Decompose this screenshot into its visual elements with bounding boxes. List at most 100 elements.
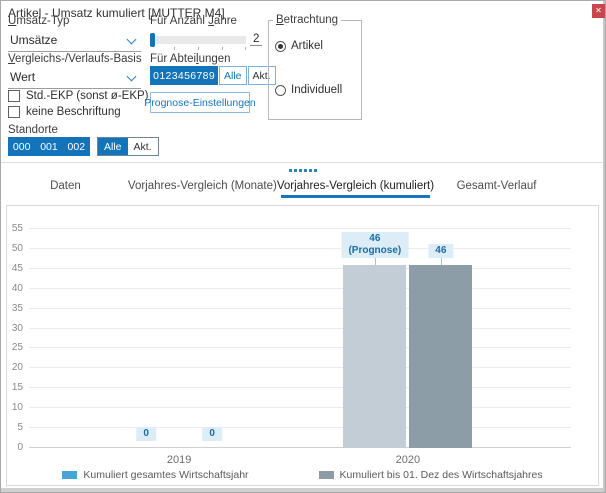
radio-individuell[interactable]: Individuell bbox=[275, 84, 355, 96]
legend-swatch-icon bbox=[62, 471, 77, 479]
gridline bbox=[29, 387, 571, 388]
slider-tick bbox=[198, 47, 199, 50]
pane-separator bbox=[1, 162, 603, 163]
y-axis-tick-label: 20 bbox=[7, 362, 23, 373]
abteilung-digit-4[interactable]: 4 bbox=[178, 70, 184, 82]
gridline bbox=[29, 367, 571, 368]
standorte-code-000[interactable]: 000 bbox=[13, 141, 31, 153]
umsatz-typ-select[interactable]: Umsätze bbox=[8, 30, 141, 52]
y-axis-tick-label: 15 bbox=[7, 382, 23, 393]
abteilung-digit-8[interactable]: 8 bbox=[203, 70, 209, 82]
std-ekp-checkbox[interactable]: Std.-EKP (sonst ø-EKP) bbox=[8, 90, 149, 102]
abteilungen-alle-button[interactable]: Alle bbox=[219, 66, 247, 85]
legend-label: Kumuliert bis 01. Dez des Wirtschaftsjah… bbox=[340, 469, 543, 481]
standorte-code-001[interactable]: 001 bbox=[40, 141, 58, 153]
betrachtung-label: Betrachtung bbox=[273, 14, 341, 26]
close-button[interactable]: ✕ bbox=[592, 4, 605, 18]
verlaufs-basis-label: Vergleichs-/Verlaufs-Basis bbox=[8, 53, 142, 65]
gridline bbox=[29, 268, 571, 269]
umsatz-typ-value: Umsätze bbox=[10, 33, 57, 47]
standorte-strip: 000 001 002 bbox=[8, 137, 90, 156]
abteilungen-label: Für Abteilungen bbox=[150, 53, 231, 65]
umsatz-typ-label: Umsatz-Typ bbox=[8, 15, 69, 27]
abteilung-digit-2[interactable]: 2 bbox=[166, 70, 172, 82]
chevron-down-icon bbox=[127, 72, 137, 82]
abteilung-digit-0[interactable]: 0 bbox=[153, 70, 159, 82]
value-badge: 0 bbox=[202, 427, 222, 441]
tab-daten[interactable]: Daten bbox=[3, 174, 128, 198]
legend-swatch-icon bbox=[319, 471, 334, 479]
x-axis-category-label: 2019 bbox=[167, 454, 191, 466]
bar-2020-series1 bbox=[343, 265, 406, 448]
prognose-einstellungen-button[interactable]: Prognose-Einstellungen bbox=[150, 92, 250, 113]
y-axis-tick-label: 0 bbox=[7, 442, 23, 453]
y-axis-tick-label: 25 bbox=[7, 342, 23, 353]
chart-legend: Kumuliert gesamtes Wirtschaftsjahr Kumuli… bbox=[7, 469, 598, 481]
gridline bbox=[29, 228, 571, 229]
tab-vorjahres-vergleich-monate-[interactable]: Vorjahres-Vergleich (Monate) bbox=[128, 174, 277, 198]
standorte-akt-button[interactable]: Akt. bbox=[128, 138, 158, 155]
tab-vorjahres-vergleich-kumuliert-[interactable]: Vorjahres-Vergleich (kumuliert) bbox=[277, 174, 434, 198]
checkbox-icon bbox=[8, 90, 20, 102]
legend-label: Kumuliert gesamtes Wirtschaftsjahr bbox=[83, 469, 248, 481]
value-badge: 0 bbox=[136, 427, 156, 441]
gridline bbox=[29, 427, 571, 428]
betrachtung-group: Betrachtung Artikel Individuell bbox=[268, 14, 362, 120]
radio-label: Individuell bbox=[291, 84, 342, 96]
jahre-value[interactable]: 2 bbox=[250, 33, 262, 46]
value-badge: 46(Prognose) bbox=[341, 232, 408, 258]
y-axis-tick-label: 10 bbox=[7, 402, 23, 413]
abteilungen-digits: 0123456789 bbox=[150, 66, 218, 85]
abteilung-digit-9[interactable]: 9 bbox=[209, 70, 215, 82]
abteilung-digit-1[interactable]: 1 bbox=[159, 70, 165, 82]
bar-2020-series2 bbox=[409, 265, 472, 448]
radio-unselected-icon bbox=[275, 85, 286, 96]
tab-bar: Daten Vorjahres-Vergleich (Monate)Vorjahr… bbox=[3, 174, 559, 198]
slider-tick bbox=[245, 47, 246, 50]
gridline bbox=[29, 308, 571, 309]
anzahl-jahre-label: Für Anzahl Jahre bbox=[150, 15, 237, 27]
badge-connector bbox=[375, 258, 376, 265]
tab-gesamt-verlauf[interactable]: Gesamt-Verlauf bbox=[434, 174, 559, 198]
standorte-alle-akt: Alle Akt. bbox=[97, 137, 159, 156]
verlaufs-basis-select[interactable]: Wert bbox=[8, 67, 141, 89]
y-axis-tick-label: 5 bbox=[7, 422, 23, 433]
slider-tick bbox=[222, 47, 223, 50]
legend-item: Kumuliert gesamtes Wirtschaftsjahr bbox=[62, 469, 248, 481]
gridline bbox=[29, 248, 571, 249]
gridline bbox=[29, 447, 571, 448]
close-icon: ✕ bbox=[595, 6, 602, 15]
abteilung-digit-7[interactable]: 7 bbox=[196, 70, 202, 82]
tab-label: Vorjahres-Vergleich (Monate) bbox=[128, 180, 277, 192]
tab-label: Daten bbox=[50, 180, 81, 192]
gridline bbox=[29, 407, 571, 408]
abteilung-digit-6[interactable]: 6 bbox=[190, 70, 196, 82]
abteilung-digit-3[interactable]: 3 bbox=[172, 70, 178, 82]
abteilungen-row: 0123456789 Alle Akt. bbox=[150, 66, 276, 85]
y-axis-tick-label: 50 bbox=[7, 243, 23, 254]
jahre-slider[interactable] bbox=[150, 36, 246, 44]
x-axis-category-label: 2020 bbox=[396, 454, 420, 466]
slider-tick bbox=[174, 47, 175, 50]
radio-artikel[interactable]: Artikel bbox=[275, 40, 355, 52]
radio-selected-icon bbox=[275, 41, 286, 52]
standorte-alle-button[interactable]: Alle bbox=[98, 138, 128, 155]
abteilung-digit-5[interactable]: 5 bbox=[184, 70, 190, 82]
std-ekp-label: Std.-EKP (sonst ø-EKP) bbox=[26, 90, 149, 102]
jahre-slider-thumb[interactable] bbox=[150, 33, 155, 47]
gridline bbox=[29, 328, 571, 329]
y-axis-tick-label: 45 bbox=[7, 263, 23, 274]
y-axis-tick-label: 40 bbox=[7, 283, 23, 294]
gridline bbox=[29, 288, 571, 289]
keine-beschriftung-label: keine Beschriftung bbox=[26, 106, 121, 118]
badge-connector bbox=[441, 258, 442, 265]
radio-label: Artikel bbox=[291, 40, 323, 52]
checkbox-icon bbox=[8, 106, 20, 118]
standorte-code-002[interactable]: 002 bbox=[68, 141, 86, 153]
gridline bbox=[29, 347, 571, 348]
keine-beschriftung-checkbox[interactable]: keine Beschriftung bbox=[8, 106, 121, 118]
chart-area: 0046(Prognose)46 Kumuliert gesamtes Wirt… bbox=[6, 205, 599, 486]
app-window: Artikel - Umsatz kumuliert [MUTTER M4] ✕… bbox=[0, 0, 606, 493]
tab-label: Gesamt-Verlauf bbox=[457, 180, 537, 192]
splitter-handle-icon[interactable] bbox=[289, 169, 317, 172]
